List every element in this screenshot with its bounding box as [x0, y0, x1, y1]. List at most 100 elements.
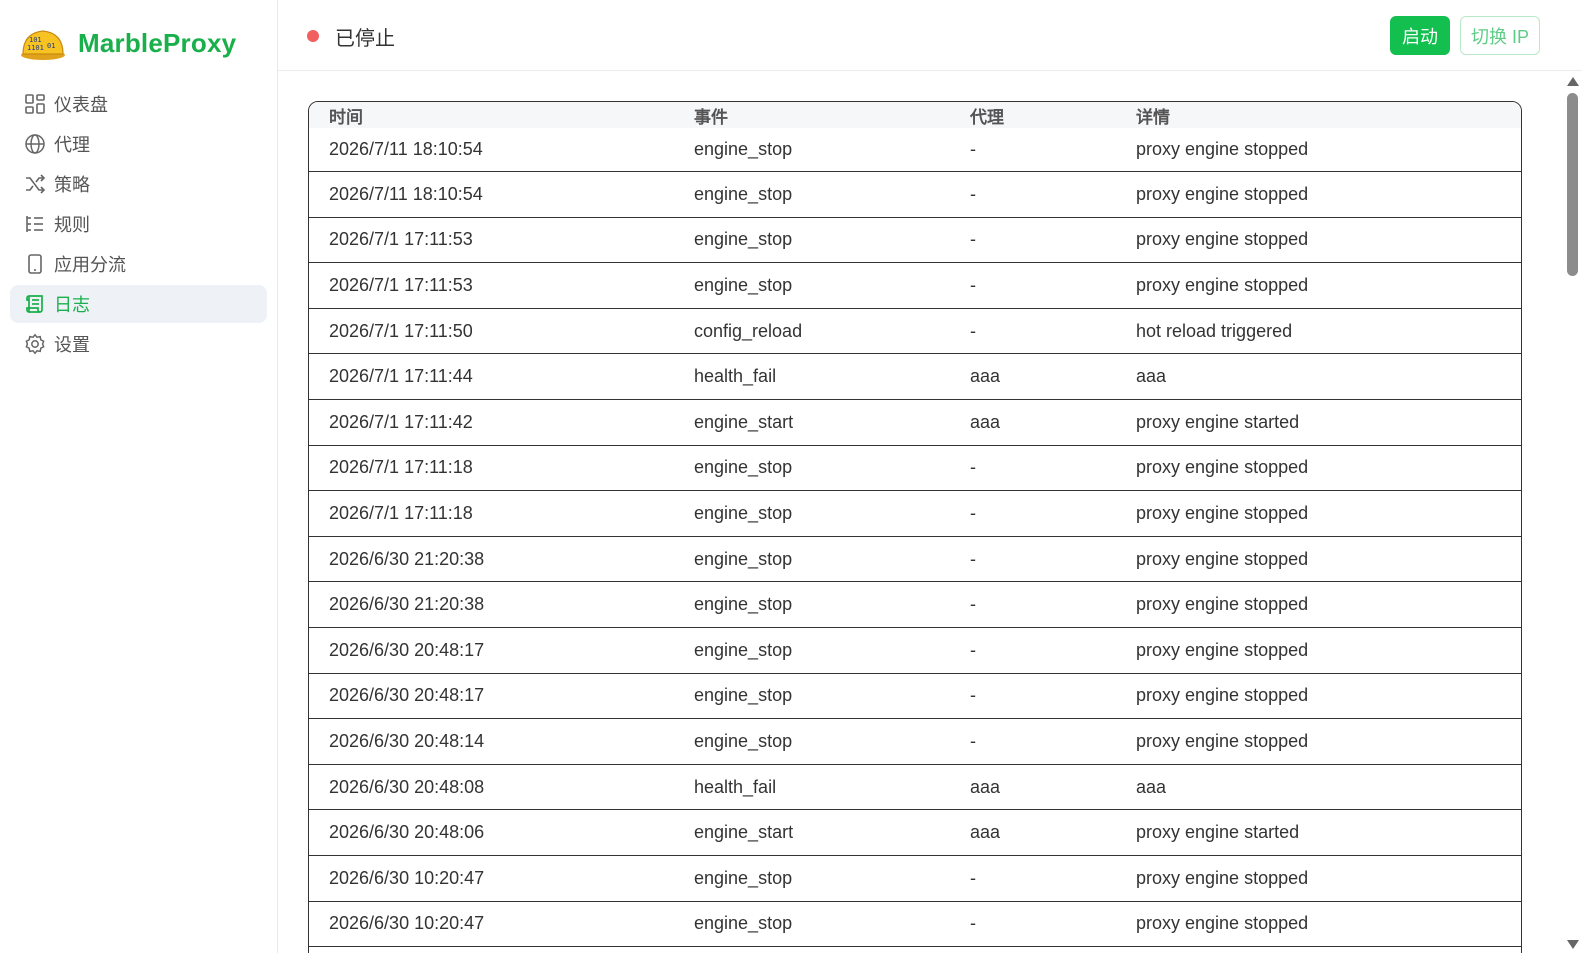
cell-proxy: -	[970, 685, 976, 706]
cell-proxy: -	[970, 639, 976, 660]
column-header-time[interactable]: 时间	[309, 103, 673, 128]
table-row[interactable]: 2026/6/30 20:48:08 health_fail aaa aaa	[309, 765, 1521, 811]
cell-proxy: -	[970, 457, 976, 478]
cell-details: proxy engine stopped	[1136, 594, 1309, 615]
cell-details: proxy engine stopped	[1136, 685, 1309, 706]
cell-time: 2026/7/1 17:11:42	[329, 411, 473, 432]
cell-event: config_reload	[694, 320, 803, 341]
cell-time: 2026/6/30 21:20:38	[329, 594, 485, 615]
table-row[interactable]: 2026/7/1 17:11:18 engine_stop - proxy engin…	[309, 446, 1521, 492]
mobile-icon	[24, 253, 46, 275]
table-row[interactable]: 2026/6/30 10:20:47 engine_stop - proxy engi…	[309, 902, 1521, 948]
cell-details: aaa	[1136, 776, 1167, 797]
brand-name: MarbleProxy	[78, 27, 237, 58]
cell-proxy: aaa	[970, 822, 1001, 843]
cell-proxy: aaa	[970, 776, 1001, 797]
cell-event: engine_stop	[694, 685, 793, 706]
cell-details: proxy engine started	[1136, 822, 1300, 843]
cell-time: 2026/7/1 17:11:44	[329, 366, 473, 387]
cell-proxy: aaa	[970, 411, 1001, 432]
sidebar-item-label: 仪表盘	[54, 95, 108, 115]
cell-details: aaa	[1136, 366, 1167, 387]
cell-event: engine_start	[694, 411, 794, 432]
sidebar-item-label: 日志	[54, 295, 90, 315]
cell-event: engine_stop	[694, 548, 793, 569]
sidebar-item-dashboard[interactable]: 仪表盘	[10, 85, 267, 123]
table-row[interactable]: 2026/7/11 18:10:54 engine_stop - proxy engi…	[309, 172, 1521, 218]
cell-time: 2026/7/1 17:11:50	[329, 320, 473, 341]
sidebar-item-strategy[interactable]: 策略	[10, 165, 267, 203]
cell-details: proxy engine stopped	[1136, 867, 1309, 888]
column-header-details[interactable]: 详情	[1117, 103, 1521, 128]
shuffle-icon	[24, 173, 46, 195]
table-row[interactable]: 2026/6/30 21:20:38 engine_stop - proxy engi…	[309, 582, 1521, 628]
cell-event: engine_stop	[694, 730, 793, 751]
cell-proxy: -	[970, 320, 976, 341]
table-row[interactable]: 2026/6/30 20:48:17 engine_stop - proxy engi…	[309, 674, 1521, 720]
vertical-scrollbar[interactable]	[1563, 71, 1582, 953]
table-row[interactable]: 2026/7/1 17:11:50 config_reload - hot reloa…	[309, 309, 1521, 355]
cell-proxy: -	[970, 913, 976, 934]
cell-proxy: -	[970, 229, 976, 250]
column-header-proxy[interactable]: 代理	[950, 103, 1117, 128]
table-row[interactable]: 2026/7/1 17:11:53 engine_stop - proxy engin…	[309, 263, 1521, 309]
switch-ip-button[interactable]: 切换 IP	[1460, 16, 1540, 55]
table-row[interactable]: 2026/6/30 20:48:06 engine_start aaa proxy e…	[309, 810, 1521, 856]
sidebar-item-settings[interactable]: 设置	[10, 325, 267, 363]
cell-time: 2026/6/30 10:20:47	[329, 913, 485, 934]
sidebar-item-app-routing[interactable]: 应用分流	[10, 245, 267, 283]
sidebar-item-logs[interactable]: 日志	[10, 285, 267, 323]
cell-details: proxy engine stopped	[1136, 502, 1309, 523]
scroll-down-arrow-icon[interactable]	[1567, 940, 1579, 949]
cell-details: proxy engine stopped	[1136, 913, 1309, 934]
cell-time: 2026/6/30 20:48:08	[329, 776, 485, 797]
scroll-up-arrow-icon[interactable]	[1567, 77, 1579, 86]
cell-proxy: -	[970, 594, 976, 615]
sidebar-item-label: 代理	[54, 135, 90, 155]
topbar: 已停止 启动 切换 IP	[278, 0, 1582, 71]
cell-event: engine_stop	[694, 139, 793, 159]
cell-time: 2026/7/11 18:10:54	[329, 139, 483, 159]
cell-details: proxy engine stopped	[1136, 139, 1309, 159]
table-row[interactable]: 2026/6/30 10:20:47 engine_stop - proxy engi…	[309, 856, 1521, 902]
cell-event: engine_stop	[694, 594, 793, 615]
cell-time: 2026/7/1 17:11:53	[329, 229, 473, 250]
cell-details: proxy engine stopped	[1136, 548, 1309, 569]
sidebar-item-proxy[interactable]: 代理	[10, 125, 267, 163]
table-row[interactable]: 2026/7/1 17:11:18 engine_stop - proxy engin…	[309, 491, 1521, 537]
table-row[interactable]: 2026/6/30 21:20:38 engine_stop - proxy engi…	[309, 537, 1521, 583]
cell-event: engine_stop	[694, 229, 793, 250]
svg-text:1101: 1101	[27, 44, 44, 52]
log-table: 时间 事件 代理 详情 2026/7/11 18:10:54 engine_sto…	[308, 101, 1522, 953]
table-row[interactable]: 2026/7/1 17:11:53 engine_stop - proxy engin…	[309, 218, 1521, 264]
marble-binary-logo-icon: 101 1101 01	[21, 30, 65, 60]
cell-details: proxy engine stopped	[1136, 183, 1309, 204]
cell-time: 2026/7/1 17:11:18	[329, 502, 473, 523]
cell-details: proxy engine stopped	[1136, 229, 1309, 250]
table-body: 2026/7/11 18:10:54 engine_stop - proxy engi…	[309, 128, 1521, 948]
cell-proxy: -	[970, 730, 976, 751]
scrollbar-thumb[interactable]	[1567, 93, 1578, 276]
cell-event: engine_stop	[694, 457, 793, 478]
table-row[interactable]: 2026/6/30 20:48:14 engine_stop - proxy engi…	[309, 719, 1521, 765]
cell-proxy: -	[970, 183, 976, 204]
cell-proxy: -	[970, 139, 976, 159]
cell-time: 2026/6/30 20:48:17	[329, 685, 485, 706]
cell-time: 2026/6/30 20:48:17	[329, 639, 485, 660]
sidebar: 101 1101 01 MarbleProxy 仪表盘 代理 策略 规则 应用分…	[0, 0, 278, 953]
start-button[interactable]: 启动	[1390, 16, 1450, 55]
table-row[interactable]: 2026/7/11 18:10:54 engine_stop - proxy engi…	[309, 128, 1521, 172]
table-row[interactable]: 2026/7/1 17:11:44 health_fail aaa aaa	[309, 354, 1521, 400]
brand[interactable]: 101 1101 01 MarbleProxy	[20, 24, 236, 62]
cell-time: 2026/6/30 20:48:06	[329, 822, 485, 843]
svg-text:01: 01	[47, 42, 55, 50]
cell-proxy: aaa	[970, 366, 1001, 387]
table-row[interactable]: 2026/7/1 17:11:42 engine_start aaa proxy en…	[309, 400, 1521, 446]
column-header-event[interactable]: 事件	[673, 103, 950, 128]
dashboard-grid-icon	[24, 93, 46, 115]
sidebar-item-rules[interactable]: 规则	[10, 205, 267, 243]
table-row[interactable]: 2026/6/30 20:48:17 engine_stop - proxy engi…	[309, 628, 1521, 674]
sidebar-item-label: 设置	[54, 335, 90, 355]
main-content: 已停止 启动 切换 IP 时间 事件 代理 详情 2026/7/11 18:10…	[278, 0, 1582, 953]
cell-event: health_fail	[694, 366, 777, 387]
